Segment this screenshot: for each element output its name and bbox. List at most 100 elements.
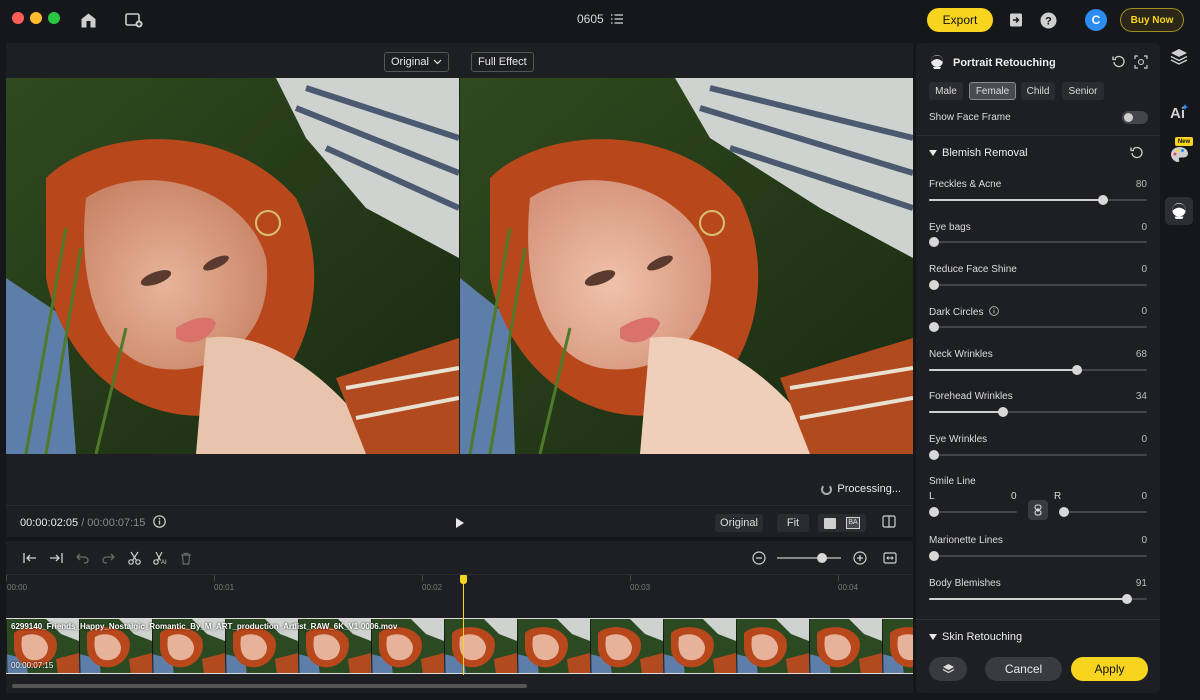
playback-bar: 00:00:02:05 / 00:00:07:15 Original Fit B…	[6, 505, 913, 537]
gender-female-button[interactable]: Female	[969, 82, 1016, 100]
caret-down-icon[interactable]	[929, 150, 937, 156]
slider-value: 0	[1141, 306, 1147, 317]
video-clip[interactable]: 6299140_Friends_Happy_Nostalgic_Romantic…	[6, 618, 913, 674]
toggle-knob	[1124, 113, 1133, 122]
help-icon[interactable]: ?	[1038, 10, 1058, 30]
face-icon	[929, 54, 945, 75]
slider-value: 68	[1135, 349, 1147, 360]
freckles-acne-slider[interactable]	[929, 195, 1147, 205]
section-reset-icon[interactable]	[1130, 146, 1144, 165]
slider-value: 34	[1135, 391, 1147, 402]
info-icon[interactable]	[153, 515, 166, 533]
undo-icon[interactable]	[74, 550, 90, 566]
face-detect-icon[interactable]	[1134, 55, 1148, 74]
clip-thumbnail	[443, 619, 517, 673]
fit-button[interactable]: Fit	[777, 514, 809, 532]
eye-bags-slider[interactable]	[929, 237, 1147, 247]
slider-knob[interactable]	[929, 551, 939, 561]
skin-retouching-section[interactable]: Skin Retouching	[942, 631, 1022, 643]
apply-button[interactable]: Apply	[1071, 657, 1148, 681]
user-avatar[interactable]: C	[1085, 9, 1107, 31]
split-scissors-icon[interactable]	[126, 550, 142, 566]
slider-knob[interactable]	[929, 237, 939, 247]
title-bar: 0605 Export ? C Buy Now	[0, 0, 1200, 40]
play-icon[interactable]	[455, 516, 465, 534]
buy-now-button[interactable]: Buy Now	[1120, 8, 1184, 32]
trim-end-icon[interactable]	[48, 550, 64, 566]
reduce-face-shine-slider[interactable]	[929, 280, 1147, 290]
single-view-icon[interactable]	[824, 517, 836, 529]
ai-tools-icon[interactable]: Ai	[1168, 101, 1190, 123]
slider-fill	[929, 369, 1078, 371]
processing-indicator: Processing...	[821, 483, 901, 495]
compare-mode-dropdown[interactable]: Original	[384, 52, 449, 72]
ruler-tick	[838, 575, 839, 581]
slider-label: Freckles & Acne	[929, 179, 1002, 190]
slider-knob[interactable]	[929, 280, 939, 290]
full-effect-button[interactable]: Full Effect	[471, 52, 534, 72]
show-face-frame-toggle[interactable]	[1122, 111, 1148, 124]
before-after-view-icon[interactable]: BA	[846, 517, 860, 529]
slider-knob[interactable]	[1072, 365, 1083, 375]
ruler-label: 00:00	[7, 583, 28, 592]
smile-line-left-label: L	[929, 491, 935, 502]
blemish-removal-section[interactable]: Blemish Removal	[942, 147, 1028, 159]
ruler-label: 00:02	[422, 583, 443, 592]
timeline-zoom-knob[interactable]	[816, 553, 827, 563]
redo-icon[interactable]	[100, 550, 116, 566]
playhead[interactable]	[463, 575, 464, 675]
slider-knob[interactable]	[1059, 507, 1069, 517]
list-icon[interactable]	[611, 13, 624, 27]
marionette-lines-slider[interactable]	[929, 551, 1147, 561]
ai-scissors-icon[interactable]: AI	[152, 550, 168, 566]
trim-start-icon[interactable]	[22, 550, 38, 566]
forehead-wrinkles-slider[interactable]	[929, 407, 1147, 417]
smile-line-right-slider[interactable]	[1059, 507, 1147, 517]
slider-knob[interactable]	[929, 450, 939, 460]
layers-rail-icon[interactable]	[1168, 45, 1190, 67]
divider	[916, 135, 1160, 136]
layers-button[interactable]	[929, 657, 967, 681]
view-mode-group: BA	[818, 514, 866, 532]
slider-knob[interactable]	[929, 507, 939, 517]
slider-label: Body Blemishes	[929, 578, 1001, 589]
clip-name: 6299140_Friends_Happy_Nostalgic_Romantic…	[11, 622, 398, 631]
timeline-zoom-slider[interactable]	[777, 553, 841, 563]
gender-senior-button[interactable]: Senior	[1062, 82, 1104, 100]
eye-wrinkles-slider[interactable]	[929, 450, 1147, 460]
info-icon[interactable]	[989, 306, 1000, 319]
dark-circles-slider[interactable]	[929, 322, 1147, 332]
portrait-retouch-rail-icon[interactable]	[1168, 200, 1190, 222]
cancel-button[interactable]: Cancel	[985, 657, 1062, 681]
gender-child-button[interactable]: Child	[1021, 82, 1055, 100]
link-sides-button[interactable]	[1028, 500, 1048, 520]
fit-timeline-icon[interactable]	[882, 550, 898, 566]
zoom-out-icon[interactable]	[751, 550, 767, 566]
ruler-label: 00:01	[214, 583, 235, 592]
zoom-in-icon[interactable]	[852, 550, 868, 566]
timeline-scrollbar[interactable]	[12, 684, 527, 688]
smile-line-label: Smile Line	[929, 476, 976, 487]
slider-value: 0	[1141, 434, 1147, 445]
show-original-button[interactable]: Original	[715, 514, 763, 532]
ruler-tick	[214, 575, 215, 581]
slider-knob[interactable]	[1122, 594, 1133, 604]
exit-to-panel-icon[interactable]	[1006, 10, 1026, 30]
slider-knob[interactable]	[998, 407, 1009, 417]
export-button[interactable]: Export	[927, 8, 993, 32]
gender-male-button[interactable]: Male	[929, 82, 963, 100]
delete-icon[interactable]	[178, 550, 194, 566]
smile-line-left-slider[interactable]	[929, 507, 1017, 517]
reset-icon[interactable]	[1112, 55, 1126, 74]
clip-thumbnail	[808, 619, 882, 673]
slider-label: Eye Wrinkles	[929, 434, 988, 445]
body-blemishes-slider[interactable]	[929, 594, 1147, 604]
slider-knob[interactable]	[929, 322, 939, 332]
neck-wrinkles-slider[interactable]	[929, 365, 1147, 375]
palette-icon[interactable]	[1168, 143, 1190, 165]
link-icon	[1034, 504, 1042, 516]
slider-knob[interactable]	[1098, 195, 1109, 205]
caret-down-icon[interactable]	[929, 634, 937, 640]
slider-label: Dark Circles	[929, 306, 1000, 319]
split-view-icon[interactable]	[882, 515, 896, 533]
